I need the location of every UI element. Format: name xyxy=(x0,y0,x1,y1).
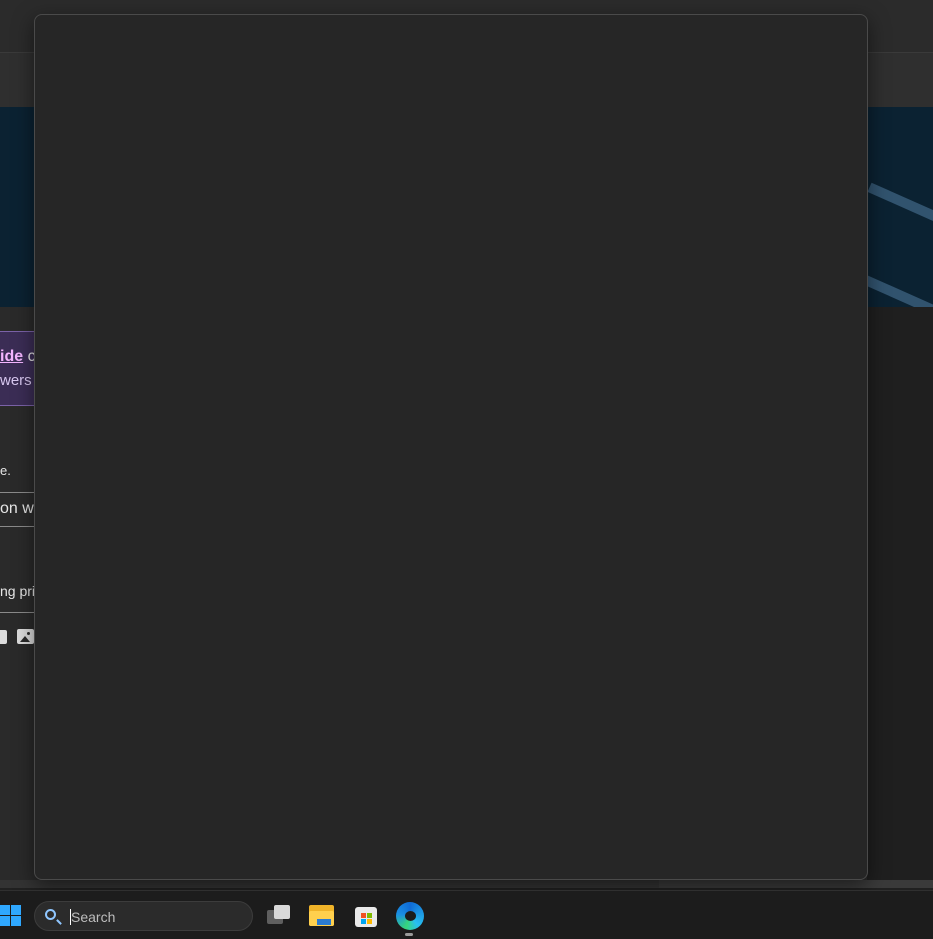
horizontal-scrollbar-track[interactable] xyxy=(0,880,659,888)
blank-dialog-window[interactable] xyxy=(34,14,868,880)
page-text-fragment: e. xyxy=(0,463,11,478)
windows-logo-icon[interactable] xyxy=(0,905,22,927)
windows-taskbar xyxy=(0,890,933,939)
code-icon[interactable] xyxy=(0,630,7,644)
microsoft-store-icon[interactable] xyxy=(352,902,380,930)
page-side-panel xyxy=(867,307,933,888)
notice-text-line: wers xyxy=(0,372,32,389)
divider xyxy=(0,612,36,613)
search-input[interactable] xyxy=(69,906,243,928)
search-icon xyxy=(45,909,56,920)
divider xyxy=(0,526,36,527)
hero-decoration xyxy=(857,272,933,307)
notice-text-line: ide c xyxy=(0,348,36,365)
title-input-fragment[interactable]: on wit xyxy=(0,500,36,518)
page-text-fragment: ng priv xyxy=(0,583,36,599)
text-caret xyxy=(70,909,71,925)
horizontal-scrollbar-thumb[interactable] xyxy=(659,880,933,888)
task-view-icon[interactable] xyxy=(265,902,293,930)
notice-link[interactable]: ide xyxy=(0,348,23,365)
file-explorer-icon[interactable] xyxy=(308,902,336,930)
edge-browser-icon[interactable] xyxy=(396,902,424,930)
image-icon[interactable] xyxy=(17,629,34,644)
active-app-indicator xyxy=(405,933,413,936)
divider xyxy=(0,492,36,493)
taskbar-search-box[interactable] xyxy=(34,901,253,931)
hero-decoration xyxy=(867,182,933,282)
